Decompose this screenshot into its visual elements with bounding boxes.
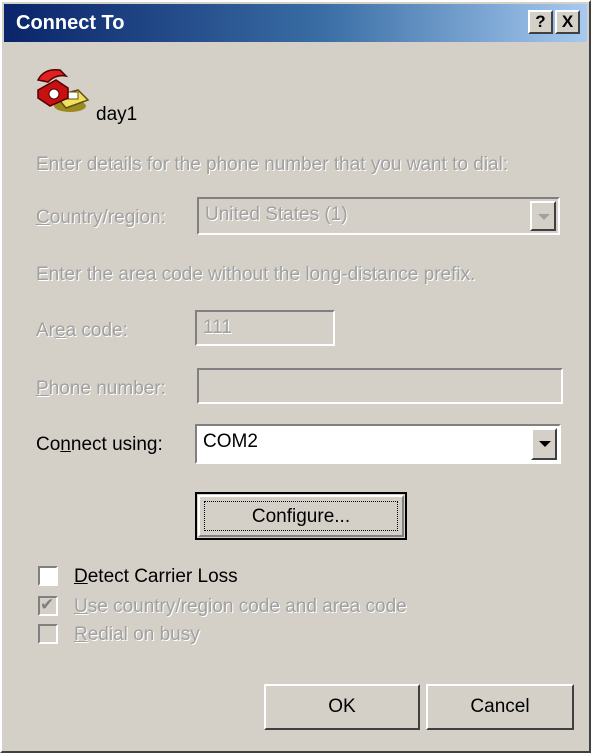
connect-using-dropdown-button[interactable] <box>531 428 557 460</box>
area-code-field[interactable]: 111 <box>195 310 335 346</box>
ok-button[interactable]: OK <box>264 684 420 730</box>
detect-carrier-loss-checkbox[interactable] <box>38 566 58 586</box>
chevron-down-icon <box>538 214 550 220</box>
chevron-down-icon <box>539 441 551 447</box>
configure-button-label: Configure... <box>251 506 351 527</box>
redial-on-busy-label[interactable]: Redial on busy <box>74 624 200 646</box>
connection-name: day1 <box>96 104 138 125</box>
country-dropdown-button[interactable] <box>530 201 556 231</box>
connect-using-value: COM2 <box>203 431 258 452</box>
configure-button-bevel: Configure... <box>198 495 404 537</box>
redial-on-busy-checkbox[interactable] <box>38 624 58 644</box>
country-region-select[interactable]: United States (1) <box>197 197 560 235</box>
connect-using-label: Connect using: <box>36 434 163 455</box>
use-country-code-label[interactable]: Use country/region code and area code <box>74 596 407 618</box>
country-region-label: Country/region: <box>36 207 166 228</box>
cancel-button-label: Cancel <box>470 696 530 717</box>
dial-instructions: Enter details for the phone number that … <box>36 154 509 175</box>
help-button[interactable]: ? <box>528 10 553 34</box>
phone-number-label: Phone number: <box>36 378 166 399</box>
close-button[interactable]: X <box>555 10 580 34</box>
connect-to-dialog: Connect To ? X day1 Enter details for th… <box>0 0 591 753</box>
cancel-button[interactable]: Cancel <box>426 684 574 730</box>
phone-number-field[interactable] <box>197 368 563 404</box>
area-code-instructions: Enter the area code without the long-dis… <box>36 264 476 285</box>
configure-button[interactable]: Configure... <box>195 492 407 540</box>
ok-button-label: OK <box>328 696 356 717</box>
configure-button-focus: Configure... <box>204 501 398 531</box>
checkmark-icon: ✔ <box>40 595 55 614</box>
area-code-label: Area code: <box>36 320 128 341</box>
title-bar[interactable]: Connect To ? X <box>4 4 587 42</box>
detect-carrier-loss-label[interactable]: Detect Carrier Loss <box>74 566 238 588</box>
area-code-value: 111 <box>203 317 232 338</box>
connect-using-select[interactable]: COM2 <box>195 424 561 464</box>
phone-connection-icon <box>36 68 90 112</box>
dialog-title: Connect To <box>16 12 125 34</box>
country-region-value: United States (1) <box>205 204 348 225</box>
use-country-code-checkbox[interactable]: ✔ <box>38 595 58 616</box>
